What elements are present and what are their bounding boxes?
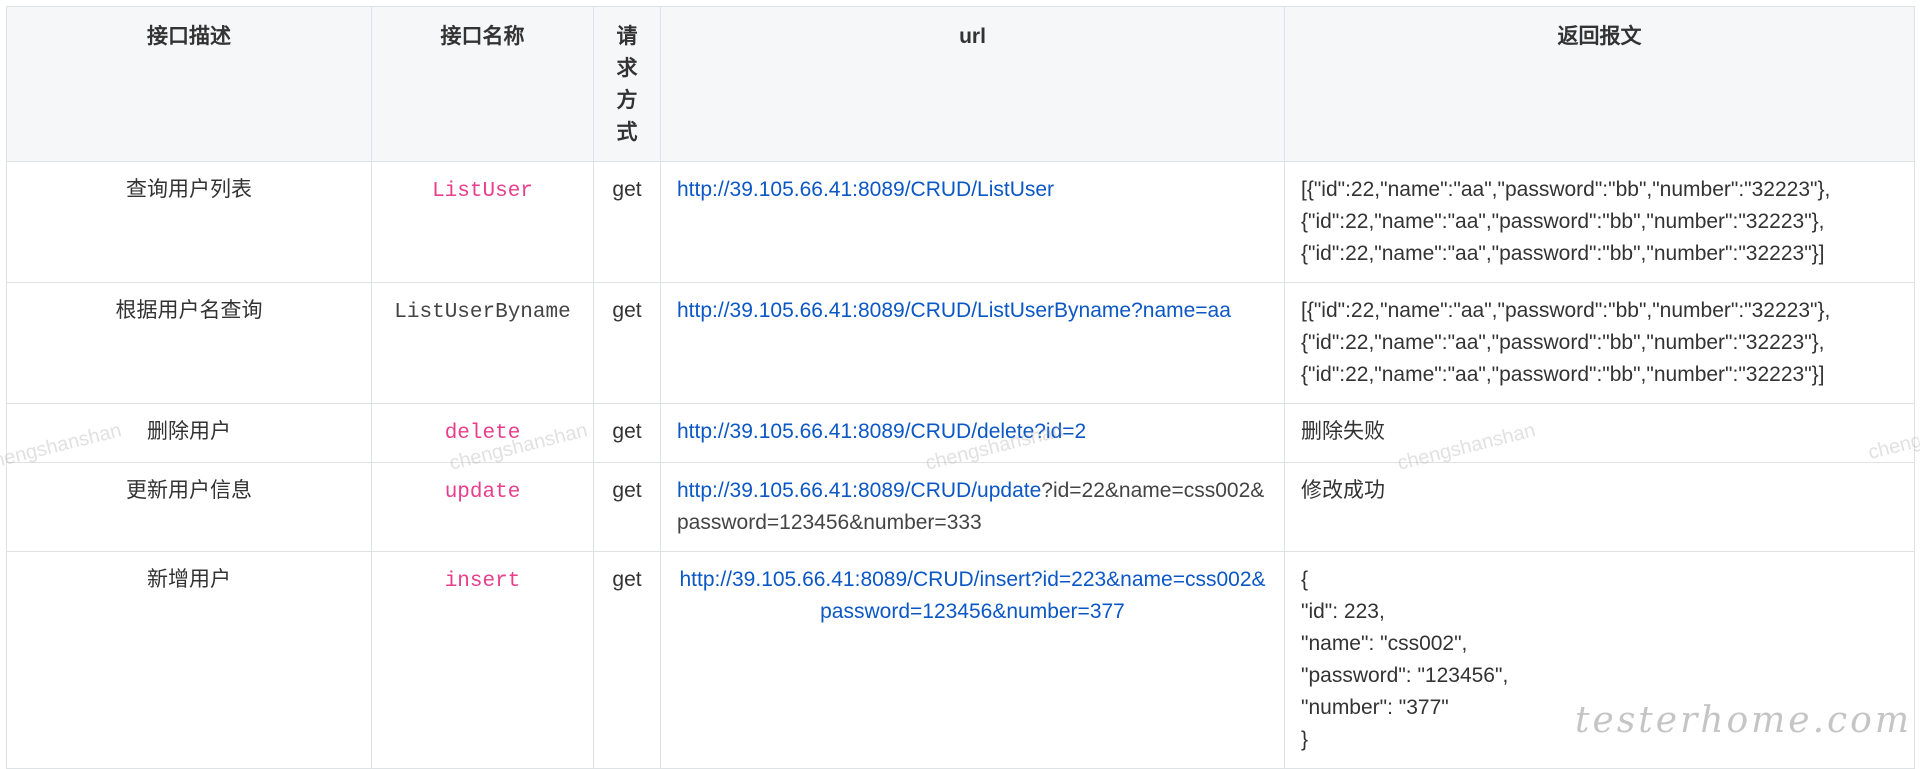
api-name-code: insert	[444, 570, 521, 593]
url-link[interactable]: http://39.105.66.41:8089/CRUD/ListUser	[677, 178, 1054, 201]
response-line: "number": "377"	[1301, 696, 1449, 719]
cell-desc: 查询用户列表	[6, 161, 372, 283]
cell-method: get	[593, 161, 661, 283]
api-name-code: delete	[444, 422, 521, 445]
url-link[interactable]: http://39.105.66.41:8089/CRUD/delete?id=…	[677, 420, 1086, 443]
cell-response: [{"id":22,"name":"aa","password":"bb","n…	[1284, 161, 1915, 283]
header-response: 返回报文	[1284, 6, 1915, 162]
api-name-code: ListUser	[432, 180, 533, 203]
cell-method: get	[593, 403, 661, 463]
cell-name: update	[371, 462, 594, 552]
response-line: }	[1301, 728, 1309, 751]
cell-response: 修改成功	[1284, 462, 1915, 552]
header-name: 接口名称	[371, 6, 594, 162]
response-line: "password": "123456",	[1301, 664, 1509, 687]
response-line: "name": "css002",	[1301, 632, 1468, 655]
response-line: {"id":22,"name":"aa","password":"bb","nu…	[1301, 331, 1825, 354]
header-url: url	[660, 6, 1285, 162]
cell-desc: 根据用户名查询	[6, 282, 372, 404]
url-link[interactable]: http://39.105.66.41:8089/CRUD/update	[677, 479, 1041, 502]
url-link[interactable]: http://39.105.66.41:8089/CRUD/insert?id=…	[679, 568, 1265, 623]
cell-name: delete	[371, 403, 594, 463]
table-row: 新增用户 insert get http://39.105.66.41:8089…	[6, 551, 1915, 769]
table-row: 删除用户 delete get http://39.105.66.41:8089…	[6, 403, 1915, 463]
response-line: 修改成功	[1301, 479, 1385, 502]
url-link[interactable]: http://39.105.66.41:8089/CRUD/ListUserBy…	[677, 299, 1231, 322]
table-row: 查询用户列表 ListUser get http://39.105.66.41:…	[6, 161, 1915, 283]
table-row: 更新用户信息 update get http://39.105.66.41:80…	[6, 462, 1915, 552]
cell-name: ListUserByname	[371, 282, 594, 404]
cell-url: http://39.105.66.41:8089/CRUD/ListUser	[660, 161, 1285, 283]
response-line: {"id":22,"name":"aa","password":"bb","nu…	[1301, 210, 1825, 233]
response-line: {"id":22,"name":"aa","password":"bb","nu…	[1301, 363, 1825, 386]
response-line: {"id":22,"name":"aa","password":"bb","nu…	[1301, 242, 1825, 265]
cell-name: ListUser	[371, 161, 594, 283]
cell-response: { "id": 223, "name": "css002", "password…	[1284, 551, 1915, 769]
table-row: 根据用户名查询 ListUserByname get http://39.105…	[6, 282, 1915, 404]
cell-url: http://39.105.66.41:8089/CRUD/insert?id=…	[660, 551, 1285, 769]
cell-name: insert	[371, 551, 594, 769]
cell-url: http://39.105.66.41:8089/CRUD/delete?id=…	[660, 403, 1285, 463]
cell-desc: 更新用户信息	[6, 462, 372, 552]
response-line: [{"id":22,"name":"aa","password":"bb","n…	[1301, 178, 1831, 201]
cell-desc: 删除用户	[6, 403, 372, 463]
cell-desc: 新增用户	[6, 551, 372, 769]
cell-method: get	[593, 282, 661, 404]
response-line: "id": 223,	[1301, 600, 1385, 623]
cell-url: http://39.105.66.41:8089/CRUD/ListUserBy…	[660, 282, 1285, 404]
api-name-code: update	[444, 481, 521, 504]
table-header-row: 接口描述 接口名称 请求方式 url 返回报文	[6, 6, 1915, 162]
cell-response: [{"id":22,"name":"aa","password":"bb","n…	[1284, 282, 1915, 404]
header-method: 请求方式	[593, 6, 661, 162]
cell-method: get	[593, 462, 661, 552]
response-line: [{"id":22,"name":"aa","password":"bb","n…	[1301, 299, 1831, 322]
cell-response: 删除失败	[1284, 403, 1915, 463]
api-name-code: ListUserByname	[394, 301, 571, 324]
cell-method: get	[593, 551, 661, 769]
api-table: 接口描述 接口名称 请求方式 url 返回报文 查询用户列表 ListUser …	[6, 6, 1915, 769]
response-line: 删除失败	[1301, 420, 1385, 443]
response-line: {	[1301, 568, 1309, 591]
header-desc: 接口描述	[6, 6, 372, 162]
header-method-label: 请求方式	[616, 25, 638, 144]
cell-url: http://39.105.66.41:8089/CRUD/update?id=…	[660, 462, 1285, 552]
